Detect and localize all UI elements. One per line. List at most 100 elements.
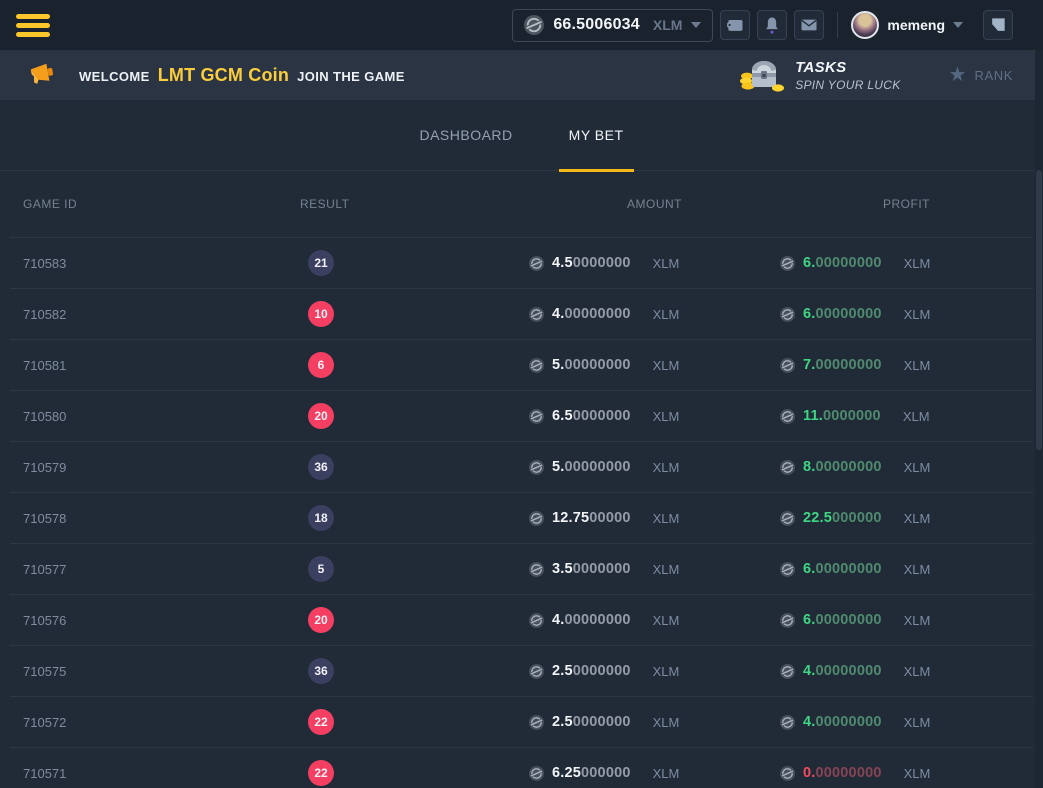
table-row[interactable]: 710576 20 4.00000000 XLM 6.00000000 XLM: [10, 594, 1033, 645]
welcome-message: WELCOME LMT GCM Coin JOIN THE GAME: [79, 65, 405, 86]
profit-value: 4.00000000: [803, 714, 882, 730]
balance-selector[interactable]: 66.5006034 XLM: [512, 9, 713, 42]
tasks-widget[interactable]: TASKS SPIN YOUR LUCK: [739, 56, 900, 94]
currency-label: XLM: [653, 256, 680, 271]
mail-icon: [799, 15, 819, 35]
table-row[interactable]: 710575 36 2.50000000 XLM 4.00000000 XLM: [10, 645, 1033, 696]
menu-bar: [16, 32, 50, 37]
coin-slot: [529, 358, 544, 373]
scrollbar[interactable]: [1035, 50, 1043, 788]
header-result: RESULT: [300, 197, 529, 211]
table-row[interactable]: 710571 22 6.25000000 XLM 0.00000000 XLM: [10, 747, 1033, 788]
xlm-coin-icon: [529, 715, 544, 730]
table-row[interactable]: 710578 18 12.7500000 XLM 22.5000000 XLM: [10, 492, 1033, 543]
xlm-coin-icon: [529, 460, 544, 475]
xlm-coin-icon: [529, 409, 544, 424]
coin-slot: [529, 664, 544, 679]
megaphone-icon: [28, 60, 59, 90]
rank-label: RANK: [974, 68, 1013, 83]
xlm-coin-icon: [780, 715, 795, 730]
chat-icon: [988, 15, 1008, 35]
currency-label: XLM: [653, 562, 680, 577]
currency-label: XLM: [653, 715, 680, 730]
coin-slot: [780, 664, 795, 679]
xlm-coin-icon: [780, 256, 795, 271]
table-row[interactable]: 710572 22 2.50000000 XLM 4.00000000 XLM: [10, 696, 1033, 747]
scrollbar-thumb[interactable]: [1036, 170, 1042, 450]
game-id: 710580: [10, 409, 300, 424]
table-row[interactable]: 710579 36 5.00000000 XLM 8.00000000 XLM: [10, 441, 1033, 492]
currency-label: XLM: [904, 511, 931, 526]
profit-cell: 4.00000000 XLM: [780, 663, 1033, 679]
table-row[interactable]: 710582 10 4.00000000 XLM 6.00000000 XLM: [10, 288, 1033, 339]
welcome-prefix: WELCOME: [79, 69, 150, 84]
profit-cell: 22.5000000 XLM: [780, 510, 1033, 526]
currency-label: XLM: [653, 664, 680, 679]
coin-slot: [529, 460, 544, 475]
table-row[interactable]: 710580 20 6.50000000 XLM 11.0000000 XLM: [10, 390, 1033, 441]
currency-label: XLM: [904, 460, 931, 475]
header-amount: AMOUNT: [529, 197, 780, 211]
notifications-button[interactable]: [757, 10, 787, 40]
menu-button[interactable]: [16, 14, 50, 37]
coin-slot: [780, 358, 795, 373]
game-id: 710571: [10, 766, 300, 781]
coin-name: LMT GCM Coin: [158, 65, 289, 86]
xlm-coin-icon: [780, 409, 795, 424]
profit-value: 6.00000000: [803, 561, 882, 577]
messages-button[interactable]: [794, 10, 824, 40]
wallet-button[interactable]: [720, 10, 750, 40]
currency-label: XLM: [904, 307, 931, 322]
coin-slot: [780, 562, 795, 577]
result-badge: 20: [308, 607, 334, 633]
amount-value: 6.25000000: [552, 765, 631, 781]
profit-value: 6.00000000: [803, 255, 882, 271]
xlm-coin-icon: [529, 511, 544, 526]
amount-cell: 4.00000000 XLM: [529, 306, 780, 322]
table-row[interactable]: 710577 5 3.50000000 XLM 6.00000000 XLM: [10, 543, 1033, 594]
balance-value: 66.5006034: [553, 16, 640, 34]
currency-label: XLM: [904, 715, 931, 730]
amount-value: 2.50000000: [552, 714, 631, 730]
profit-cell: 8.00000000 XLM: [780, 459, 1033, 475]
chevron-down-icon: [691, 22, 701, 28]
amount-cell: 5.00000000 XLM: [529, 357, 780, 373]
user-menu[interactable]: memeng: [851, 11, 963, 39]
result-badge: 20: [308, 403, 334, 429]
table-row[interactable]: 710581 6 5.00000000 XLM 7.00000000 XLM: [10, 339, 1033, 390]
wallet-icon: [725, 15, 745, 35]
coin-slot: [529, 256, 544, 271]
header-game-id: GAME ID: [10, 197, 300, 211]
topbar: 66.5006034 XLM memeng: [0, 0, 1043, 50]
xlm-coin-icon: [780, 511, 795, 526]
tab-dashboard[interactable]: DASHBOARD: [409, 100, 522, 172]
amount-value: 5.00000000: [552, 357, 631, 373]
coin-slot: [780, 715, 795, 730]
xlm-coin-icon: [529, 358, 544, 373]
game-id: 710578: [10, 511, 300, 526]
chat-button[interactable]: [983, 10, 1013, 40]
xlm-coin-icon: [524, 15, 544, 35]
xlm-coin-icon: [780, 358, 795, 373]
game-id: 710575: [10, 664, 300, 679]
amount-cell: 6.50000000 XLM: [529, 408, 780, 424]
rank-widget[interactable]: ★ RANK: [949, 65, 1013, 85]
game-id: 710583: [10, 256, 300, 271]
table-row[interactable]: 710583 21 4.50000000 XLM 6.00000000 XLM: [10, 237, 1033, 288]
header-profit: PROFIT: [780, 197, 1033, 211]
amount-cell: 2.50000000 XLM: [529, 714, 780, 730]
xlm-coin-icon: [529, 766, 544, 781]
coin-slot: [780, 613, 795, 628]
tab-bar: DASHBOARD MY BET: [0, 100, 1043, 171]
currency-label: XLM: [653, 766, 680, 781]
coin-slot: [529, 613, 544, 628]
currency-label: XLM: [904, 256, 931, 271]
tab-my-bet[interactable]: MY BET: [559, 100, 634, 172]
result-badge: 10: [308, 301, 334, 327]
profit-value: 7.00000000: [803, 357, 882, 373]
amount-cell: 3.50000000 XLM: [529, 561, 780, 577]
table-body: 710583 21 4.50000000 XLM 6.00000000 XLM …: [10, 237, 1033, 788]
coin-slot: [529, 562, 544, 577]
game-id: 710581: [10, 358, 300, 373]
announcement-banner: WELCOME LMT GCM Coin JOIN THE GAME TASKS…: [0, 50, 1043, 100]
